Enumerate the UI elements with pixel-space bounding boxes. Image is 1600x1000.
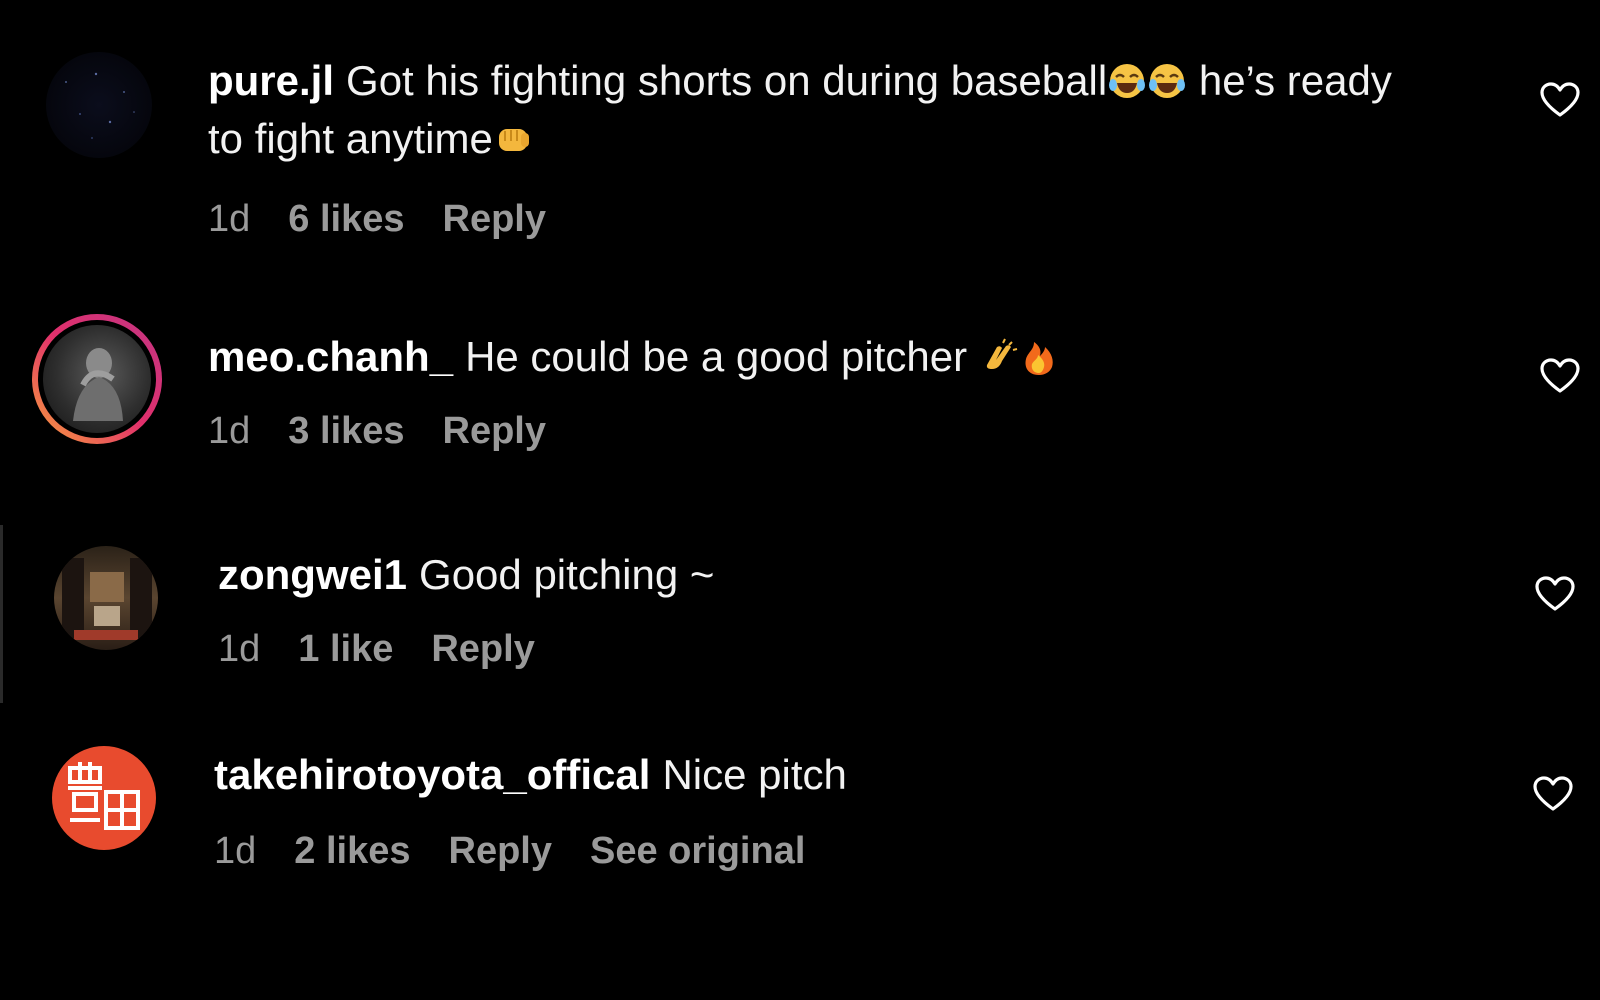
likes-count[interactable]: 3 likes bbox=[288, 410, 404, 452]
avatar[interactable] bbox=[52, 746, 156, 850]
comment-username[interactable]: zongwei1 bbox=[218, 551, 407, 598]
comment-meta: 1d 6 likes Reply bbox=[208, 198, 584, 241]
likes-count[interactable]: 6 likes bbox=[288, 198, 404, 240]
reply-button[interactable]: Reply bbox=[449, 830, 552, 872]
oncoming-fist-icon bbox=[498, 129, 529, 151]
see-original-button[interactable]: See original bbox=[590, 830, 805, 872]
comment-time: 1d bbox=[218, 628, 261, 670]
avatar[interactable] bbox=[46, 52, 152, 158]
likes-count[interactable]: 1 like bbox=[298, 628, 393, 670]
comment-text: zongwei1 Good pitching ~ bbox=[218, 546, 1448, 604]
comment-username[interactable]: takehirotoyota_offical bbox=[214, 751, 650, 798]
reply-button[interactable]: Reply bbox=[443, 410, 546, 452]
face-with-tears-of-joy-icon bbox=[1109, 64, 1146, 98]
reply-button[interactable]: Reply bbox=[443, 198, 546, 240]
clapping-hands-icon bbox=[986, 338, 1018, 369]
comment-meta: 1d 3 likes Reply bbox=[208, 410, 584, 453]
reply-button[interactable]: Reply bbox=[431, 628, 534, 670]
selection-indicator bbox=[0, 525, 3, 703]
comment-body: Nice pitch bbox=[662, 751, 847, 798]
comment-body: He could be a good pitcher bbox=[465, 333, 979, 380]
comment-text: takehirotoyota_offical Nice pitch bbox=[214, 746, 1444, 804]
face-with-tears-of-joy-icon bbox=[1149, 64, 1186, 98]
avatar-photo bbox=[43, 325, 151, 433]
comment-meta: 1d 1 like Reply bbox=[218, 628, 573, 671]
comment-username[interactable]: meo.chanh_ bbox=[208, 333, 453, 380]
comment-time: 1d bbox=[208, 410, 251, 452]
person-silhouette-icon bbox=[73, 348, 123, 421]
comment-time: 1d bbox=[214, 830, 257, 872]
heart-outline-icon[interactable] bbox=[1533, 776, 1573, 812]
comment-time: 1d bbox=[208, 198, 251, 240]
kanji-logo-icon bbox=[68, 762, 140, 830]
comment-body: Got his fighting shorts on during baseba… bbox=[346, 57, 1108, 104]
avatar[interactable] bbox=[32, 314, 162, 444]
comment-meta: 1d 2 likes Reply See original bbox=[214, 830, 843, 873]
comment-text: meo.chanh_ He could be a good pitcher bbox=[208, 328, 1438, 386]
likes-count[interactable]: 2 likes bbox=[294, 830, 410, 872]
fire-icon bbox=[1025, 342, 1053, 375]
heart-outline-icon[interactable] bbox=[1540, 358, 1580, 394]
room-photo-icon bbox=[62, 558, 152, 640]
avatar-logo bbox=[52, 746, 156, 850]
comment-text: pure.jl Got his fighting shorts on during… bbox=[208, 52, 1438, 168]
comment-body: Good pitching ~ bbox=[419, 551, 715, 598]
comment-username[interactable]: pure.jl bbox=[208, 57, 334, 104]
starry-avatar-icon bbox=[65, 72, 135, 139]
avatar-inner bbox=[38, 320, 156, 438]
heart-outline-icon[interactable] bbox=[1535, 576, 1575, 612]
avatar[interactable] bbox=[54, 546, 158, 650]
heart-outline-icon[interactable] bbox=[1540, 82, 1580, 118]
